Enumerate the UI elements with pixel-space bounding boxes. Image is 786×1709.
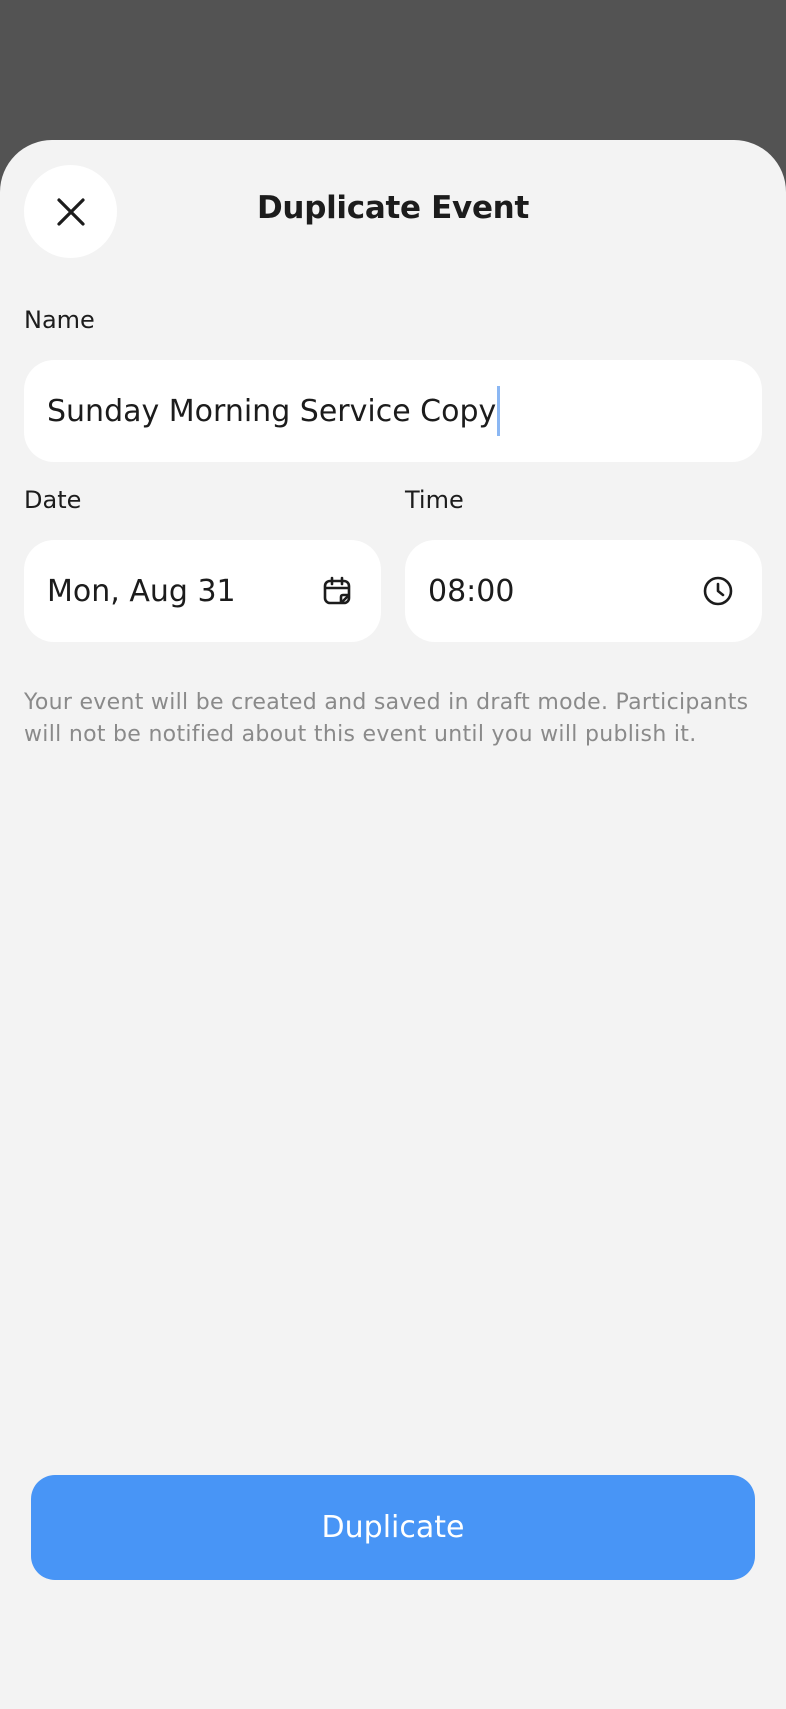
date-value: Mon, Aug 31 [47,573,236,609]
draft-mode-hint: Your event will be created and saved in … [24,690,749,747]
name-label: Name [24,306,95,334]
page-title: Duplicate Event [257,190,529,226]
text-caret [497,386,501,436]
date-field[interactable]: Mon, Aug 31 [24,540,381,642]
time-field[interactable]: 08:00 [405,540,762,642]
duplicate-button[interactable]: Duplicate [31,1475,755,1580]
time-label: Time [405,486,464,514]
clock-icon [702,575,734,607]
name-value: Sunday Morning Service Copy [47,393,497,429]
date-label: Date [24,486,82,514]
bottom-sheet: Duplicate Event Name Sunday Morning Serv… [0,140,786,1709]
name-input[interactable]: Sunday Morning Service Copy [24,360,762,462]
calendar-icon [321,575,353,607]
time-value: 08:00 [428,573,515,609]
